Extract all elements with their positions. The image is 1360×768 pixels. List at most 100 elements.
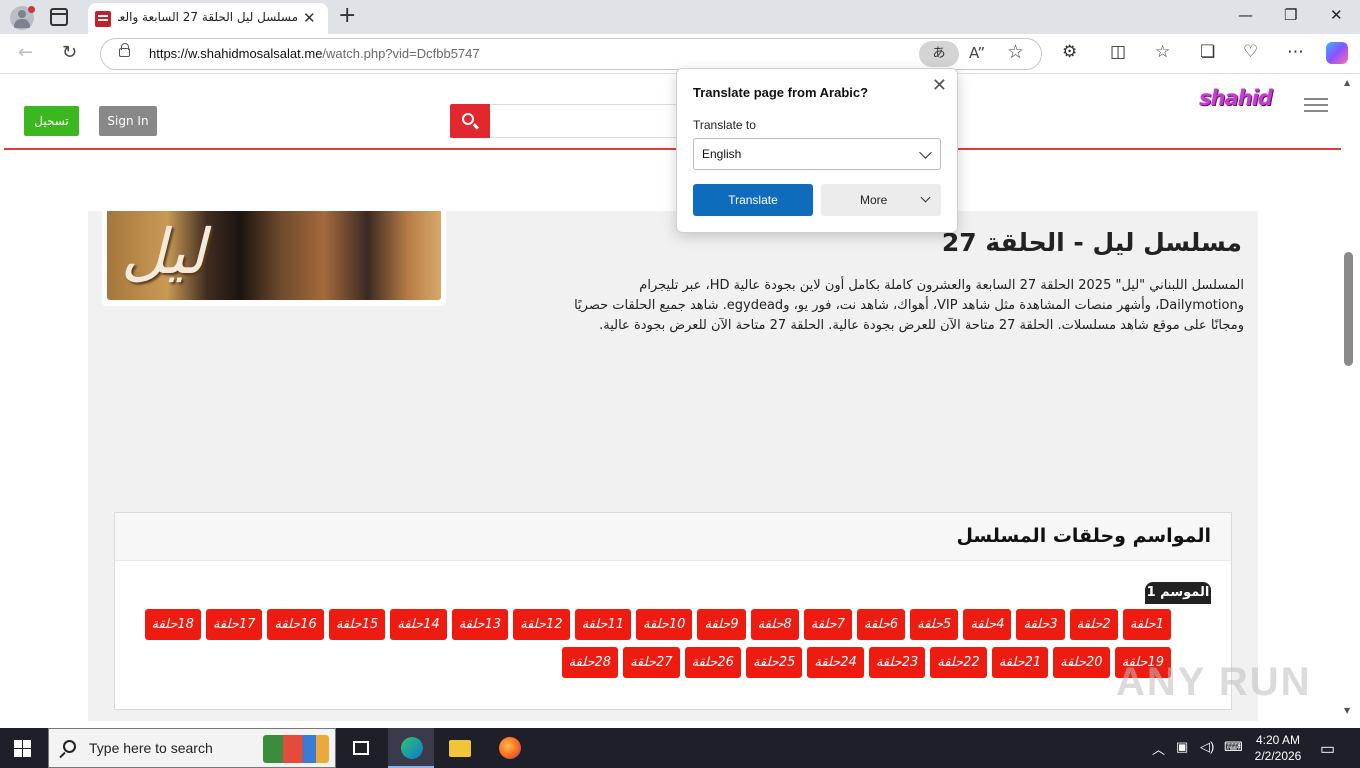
scroll-up-icon[interactable]: ▲	[1344, 78, 1350, 87]
close-window-button[interactable]: ✕	[1330, 6, 1343, 24]
search-icon	[462, 113, 474, 125]
episode-row-1: 1حلقة 2حلقة 3حلقة 4حلقة 5حلقة 6حلقة 7حلقة 8حلقة…	[144, 609, 1171, 640]
lock-icon[interactable]	[119, 43, 130, 57]
selected-language: English	[702, 147, 742, 161]
url-field[interactable]: https://w.shahidmosalsalat.me/watch.php?…	[100, 38, 1042, 70]
refresh-icon[interactable]: ↻	[62, 42, 77, 63]
minimize-window-button[interactable]: —	[1238, 6, 1253, 24]
clock-date: 2/2/2026	[1254, 749, 1302, 763]
episode-button[interactable]: 12حلقة	[513, 609, 570, 640]
restore-window-button[interactable]: ❐	[1284, 6, 1297, 24]
site-favicon-icon	[95, 11, 111, 27]
windows-taskbar: Type here to search ︿ ▣ ◁) ⌨ 4:20 AM 2/2…	[0, 728, 1360, 768]
more-button[interactable]: More	[821, 184, 941, 216]
translate-popup-title: Translate page from Arabic?	[693, 85, 869, 100]
site-logo[interactable]: shahid	[1199, 86, 1273, 110]
collections-icon[interactable]: ❏	[1200, 42, 1215, 62]
volume-icon[interactable]: ◁)	[1200, 739, 1214, 755]
language-select[interactable]: English	[693, 138, 941, 170]
episode-button[interactable]: 18حلقة	[144, 609, 201, 640]
scroll-down-icon[interactable]: ▼	[1344, 706, 1350, 715]
close-icon[interactable]: ✕	[932, 75, 947, 96]
menu-hamburger-icon[interactable]	[1304, 98, 1328, 112]
tab-actions-icon[interactable]	[50, 8, 68, 26]
translate-icon[interactable]: あ	[919, 41, 959, 67]
translate-to-label: Translate to	[693, 118, 756, 132]
episode-button[interactable]: 22حلقة	[930, 647, 987, 678]
episode-button[interactable]: 28حلقة	[561, 647, 619, 678]
episode-button[interactable]: 9حلقة	[697, 609, 746, 640]
favorite-star-icon[interactable]: ☆	[1007, 41, 1024, 63]
episode-button[interactable]: 3حلقة	[1016, 609, 1065, 640]
episode-button[interactable]: 24حلقة	[807, 647, 864, 678]
tray-overflow-icon[interactable]: ︿	[1152, 739, 1165, 758]
taskbar-search-placeholder: Type here to search	[89, 740, 213, 756]
translate-button[interactable]: Translate	[693, 184, 813, 216]
copilot-icon[interactable]	[1326, 42, 1348, 64]
poster-image: ليل	[107, 211, 441, 300]
chevron-down-icon	[920, 192, 931, 203]
taskbar-clock[interactable]: 4:20 AM 2/2/2026	[1246, 732, 1310, 764]
tab-title: مسلسل ليل الحلقة 27 السابعة والعشرون	[118, 10, 298, 24]
episode-button[interactable]: 6حلقة	[856, 609, 906, 640]
split-screen-icon[interactable]: ◫	[1110, 42, 1126, 62]
more-menu-icon[interactable]: ⋯	[1287, 42, 1304, 62]
episode-button[interactable]: 15حلقة	[328, 609, 386, 640]
seasons-section: المواسم وحلقات المسلسل الموسم 1 1حلقة 2حل…	[114, 512, 1232, 710]
episode-button[interactable]: 8حلقة	[750, 609, 799, 640]
episode-button[interactable]: 11حلقة	[574, 609, 632, 640]
signin-button[interactable]: Sign In	[99, 106, 157, 136]
episode-button[interactable]: 7حلقة	[803, 609, 852, 640]
network-icon[interactable]: ▣	[1176, 739, 1188, 755]
read-aloud-icon[interactable]: A”	[969, 44, 985, 62]
episode-button[interactable]: 14حلقة	[390, 609, 447, 640]
search-button[interactable]	[450, 104, 490, 138]
notifications-icon[interactable]: ▭	[1320, 739, 1335, 759]
register-button[interactable]: تسجيل	[24, 106, 79, 136]
input-indicator-icon[interactable]: ⌨	[1224, 739, 1243, 755]
episode-button[interactable]: 13حلقة	[451, 609, 509, 640]
tab-close-icon[interactable]: ✕	[303, 9, 316, 27]
browser-essentials-icon[interactable]: ♡	[1243, 42, 1258, 62]
browser-tab-bar: مسلسل ليل الحلقة 27 السابعة والعشرون ✕ +…	[0, 0, 1360, 34]
scrollbar-thumb[interactable]	[1344, 252, 1353, 366]
page-scrollbar[interactable]: ▲ ▼	[1341, 74, 1357, 722]
windows-start-icon[interactable]	[14, 740, 31, 757]
taskbar-search-box[interactable]: Type here to search	[48, 728, 336, 768]
task-view-icon[interactable]	[338, 728, 384, 768]
new-tab-button[interactable]: +	[338, 3, 356, 28]
episode-button[interactable]: 17حلقة	[205, 609, 263, 640]
episode-button[interactable]: 16حلقة	[267, 609, 324, 640]
firefox-icon[interactable]	[486, 728, 532, 768]
url-text[interactable]: https://w.shahidmosalsalat.me/watch.php?…	[149, 46, 480, 61]
episode-button[interactable]: 26حلقة	[684, 647, 741, 678]
episode-button[interactable]: 5حلقة	[910, 609, 959, 640]
episode-button[interactable]: 25حلقة	[745, 647, 803, 678]
episode-row-2: 19حلقة 20حلقة 21حلقة 22حلقة 23حلقة 24حلقة 25حل…	[561, 647, 1171, 678]
episode-button[interactable]: 23حلقة	[868, 647, 926, 678]
back-arrow-icon[interactable]: ←	[18, 42, 33, 63]
favorites-icon[interactable]: ☆	[1155, 42, 1170, 62]
episode-button[interactable]: 4حلقة	[963, 609, 1012, 640]
episode-description: المسلسل اللبناني "ليل" 2025 الحلقة 27 ال…	[574, 278, 1244, 333]
episode-button[interactable]: 10حلقة	[636, 609, 693, 640]
poster-logo-text: ليل	[121, 215, 206, 288]
search-input[interactable]	[490, 104, 690, 138]
episode-button[interactable]: 21حلقة	[991, 647, 1049, 678]
file-explorer-icon[interactable]	[436, 728, 482, 768]
episode-button[interactable]: 2حلقة	[1069, 609, 1118, 640]
site-header: تسجيل Sign In shahid	[4, 74, 1341, 150]
episode-button[interactable]: 1حلقة	[1122, 609, 1171, 640]
edge-browser-icon[interactable]	[388, 728, 434, 768]
season-tab[interactable]: الموسم 1	[1145, 582, 1211, 604]
more-button-label: More	[860, 193, 888, 207]
seasons-header: المواسم وحلقات المسلسل	[115, 513, 1231, 561]
episode-button[interactable]: 27حلقة	[623, 647, 680, 678]
translate-popup: ✕ Translate page from Arabic? Translate …	[676, 68, 958, 233]
extensions-icon[interactable]: ⚙	[1062, 42, 1077, 62]
seasons-title: المواسم وحلقات المسلسل	[956, 525, 1211, 547]
episode-button[interactable]: 20حلقة	[1053, 647, 1110, 678]
search-icon	[63, 740, 76, 753]
clock-time: 4:20 AM	[1255, 733, 1301, 747]
active-tab[interactable]: مسلسل ليل الحلقة 27 السابعة والعشرون ✕	[88, 3, 328, 34]
